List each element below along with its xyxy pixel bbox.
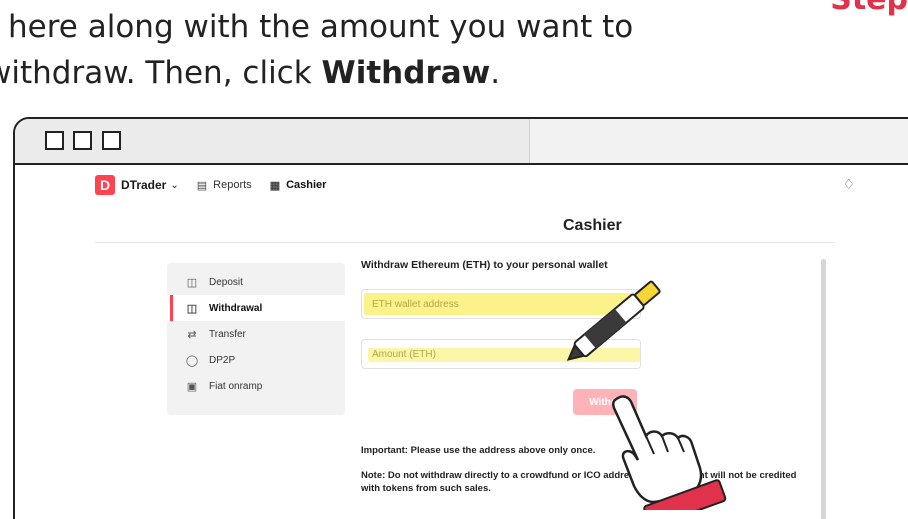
header-divider	[95, 242, 835, 243]
window-titlebar	[15, 119, 908, 165]
window-control-3[interactable]	[102, 131, 121, 150]
titlebar-address-area	[529, 119, 908, 163]
sidebar-item-label: Deposit	[209, 276, 243, 288]
sidebar-item-label: Withdrawal	[209, 302, 263, 314]
sidebar-item-label: Transfer	[209, 328, 246, 340]
platform-switcher[interactable]: DTrader	[121, 178, 166, 192]
sidebar-item-deposit[interactable]: ◫ Deposit	[167, 269, 345, 295]
cashier-icon: ▦	[269, 179, 281, 192]
deposit-icon: ◫	[186, 276, 198, 289]
sidebar-item-dp2p[interactable]: ◯ DP2P	[167, 347, 345, 373]
bell-icon[interactable]: ♢	[842, 176, 855, 193]
withdrawal-icon: ◫	[186, 302, 198, 315]
nav-cashier-label: Cashier	[286, 179, 327, 191]
sidebar-item-withdrawal[interactable]: ◫ Withdrawal	[167, 295, 345, 321]
deriv-logo-icon[interactable]: D	[95, 175, 115, 195]
instruction-line-2-prefix: withdraw. Then, click	[0, 55, 322, 91]
sidebar-item-label: Fiat onramp	[209, 380, 263, 392]
sidebar-item-transfer[interactable]: ⇄ Transfer	[167, 321, 345, 347]
app-header: D DTrader ⌄ ▤ Reports ▦ Cashier ♢	[95, 167, 875, 203]
window-control-1[interactable]	[45, 131, 64, 150]
fiat-onramp-icon: ▣	[186, 380, 198, 393]
nav-cashier[interactable]: ▦ Cashier	[270, 179, 327, 192]
transfer-icon: ⇄	[187, 328, 197, 341]
cashier-sidebar: ◫ Deposit ◫ Withdrawal ⇄ Transfer ◯ DP2P…	[167, 263, 345, 415]
nav-reports-label: Reports	[213, 179, 252, 191]
step-tag: Step	[830, 0, 908, 17]
nav-reports[interactable]: ▤ Reports	[197, 179, 252, 192]
crowdfund-note: Note: Do not withdraw directly to a crow…	[361, 469, 831, 495]
reports-icon: ▤	[196, 179, 208, 192]
instruction-line-1: t here along with the amount you want to	[0, 9, 634, 45]
instruction-line-2-suffix: .	[490, 55, 501, 91]
eth-wallet-address-placeholder: ETH wallet address	[372, 298, 459, 310]
dp2p-icon: ◯	[185, 354, 199, 367]
browser-window: D DTrader ⌄ ▤ Reports ▦ Cashier ♢ Cashie…	[13, 117, 908, 519]
sidebar-item-fiat-onramp[interactable]: ▣ Fiat onramp	[167, 373, 345, 399]
pointer-hand-icon	[611, 395, 727, 510]
instruction-withdraw-emphasis: Withdraw	[321, 55, 491, 91]
page-title: Cashier	[563, 217, 622, 234]
amount-eth-placeholder: Amount (ETH)	[372, 348, 436, 360]
chevron-down-icon[interactable]: ⌄	[170, 180, 178, 191]
page-scrollbar[interactable]	[821, 259, 826, 519]
crowdfund-note-end: with tokens from such sales.	[361, 483, 491, 494]
sidebar-item-label: DP2P	[209, 354, 236, 366]
instruction-text: t here along with the amount you want to…	[0, 4, 666, 96]
highlighter-pen-icon	[566, 280, 661, 361]
window-control-2[interactable]	[73, 131, 92, 150]
instruction-line-2: withdraw. Then, click Withdraw.	[0, 50, 666, 96]
important-note: Important: Please use the address above …	[361, 445, 596, 456]
